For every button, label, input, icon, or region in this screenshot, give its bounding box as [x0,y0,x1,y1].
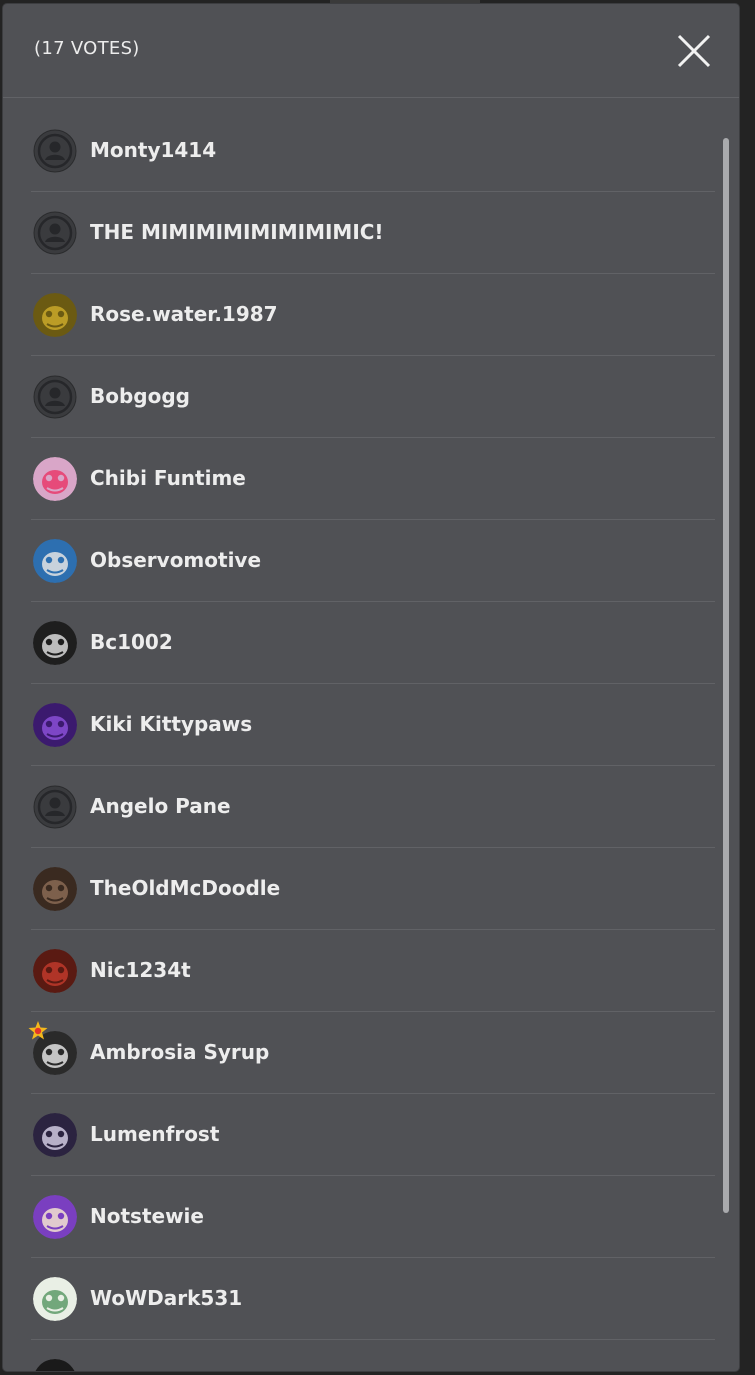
close-button[interactable] [675,32,713,70]
green-pattern-avatar [33,1277,77,1321]
voter-list-area[interactable]: Monty1414 THE MIMIMIMIMIMIMIMIC! Rose.wate… [3,98,739,1371]
default-avatar[interactable] [33,785,77,829]
voter-row[interactable] [31,1340,715,1371]
user-avatar[interactable] [33,539,77,583]
voter-name[interactable]: WoWDark531 [90,1286,242,1310]
voter-row[interactable]: WoWDark531 [31,1258,715,1340]
user-avatar[interactable] [33,1195,77,1239]
user-avatar[interactable] [33,703,77,747]
voter-row[interactable]: Chibi Funtime [31,438,715,520]
voter-row[interactable]: Observomotive [31,520,715,602]
voter-name[interactable]: Observomotive [90,548,261,572]
scrollbar[interactable] [722,138,730,1213]
voter-name[interactable]: Kiki Kittypaws [90,712,252,736]
voter-row[interactable]: Monty1414 [31,110,715,192]
portrait-avatar [33,867,77,911]
modal-title: (17 VOTES) [34,38,140,59]
dark-purple-avatar [33,1113,77,1157]
modal-header: (17 VOTES) [3,4,739,98]
user-avatar[interactable] [33,949,77,993]
default-user-icon [33,785,77,829]
star-badge-icon [27,1020,49,1042]
default-user-icon [33,375,77,419]
default-avatar[interactable] [33,211,77,255]
voter-name[interactable]: Notstewie [90,1204,204,1228]
voter-row[interactable]: Bobgogg [31,356,715,438]
default-avatar[interactable] [33,375,77,419]
voter-name[interactable]: Nic1234t [90,958,191,982]
dark-character-avatar [33,621,77,665]
purple-character-avatar [33,703,77,747]
voter-row[interactable]: TheOldMcDoodle [31,848,715,930]
voter-row[interactable]: Nic1234t [31,930,715,1012]
voter-name[interactable]: Bc1002 [90,630,173,654]
voter-row[interactable]: Notstewie [31,1176,715,1258]
voter-row[interactable]: Rose.water.1987 [31,274,715,356]
user-avatar[interactable] [33,621,77,665]
partial-avatar [35,1359,75,1371]
close-icon [677,34,711,68]
yellow-mask-avatar [33,293,77,337]
default-user-icon [33,129,77,173]
voter-list: Monty1414 THE MIMIMIMIMIMIMIMIC! Rose.wate… [28,110,715,1371]
default-avatar[interactable] [33,129,77,173]
purple-stripe-avatar [33,1195,77,1239]
voter-name[interactable]: Monty1414 [90,138,216,162]
red-character-avatar [33,949,77,993]
user-avatar[interactable] [33,1359,77,1371]
votes-modal: (17 VOTES) Monty1414 THE MIMIMIMIMIMIMIMI… [3,4,739,1371]
voter-name[interactable]: Angelo Pane [90,794,231,818]
voter-row[interactable]: Kiki Kittypaws [31,684,715,766]
voter-row[interactable]: THE MIMIMIMIMIMIMIMIC! [31,192,715,274]
voter-name[interactable]: Ambrosia Syrup [90,1040,269,1064]
voter-row[interactable]: Bc1002 [31,602,715,684]
voter-name[interactable]: THE MIMIMIMIMIMIMIMIC! [90,220,384,244]
user-avatar[interactable] [33,293,77,337]
default-user-icon [33,211,77,255]
voter-name[interactable]: Lumenfrost [90,1122,219,1146]
voter-name[interactable]: Chibi Funtime [90,466,246,490]
train-avatar [33,539,77,583]
pink-character-avatar [33,457,77,501]
voter-row[interactable]: Ambrosia Syrup [28,1012,715,1094]
user-avatar[interactable] [33,457,77,501]
voter-name[interactable]: Rose.water.1987 [90,302,278,326]
voter-row[interactable]: Angelo Pane [31,766,715,848]
voter-row[interactable]: Lumenfrost [31,1094,715,1176]
voter-name[interactable]: TheOldMcDoodle [90,876,280,900]
user-avatar[interactable] [33,867,77,911]
voter-name[interactable]: Bobgogg [90,384,190,408]
user-avatar[interactable] [33,1277,77,1321]
user-avatar[interactable] [33,1113,77,1157]
scrollbar-thumb[interactable] [723,138,729,1213]
